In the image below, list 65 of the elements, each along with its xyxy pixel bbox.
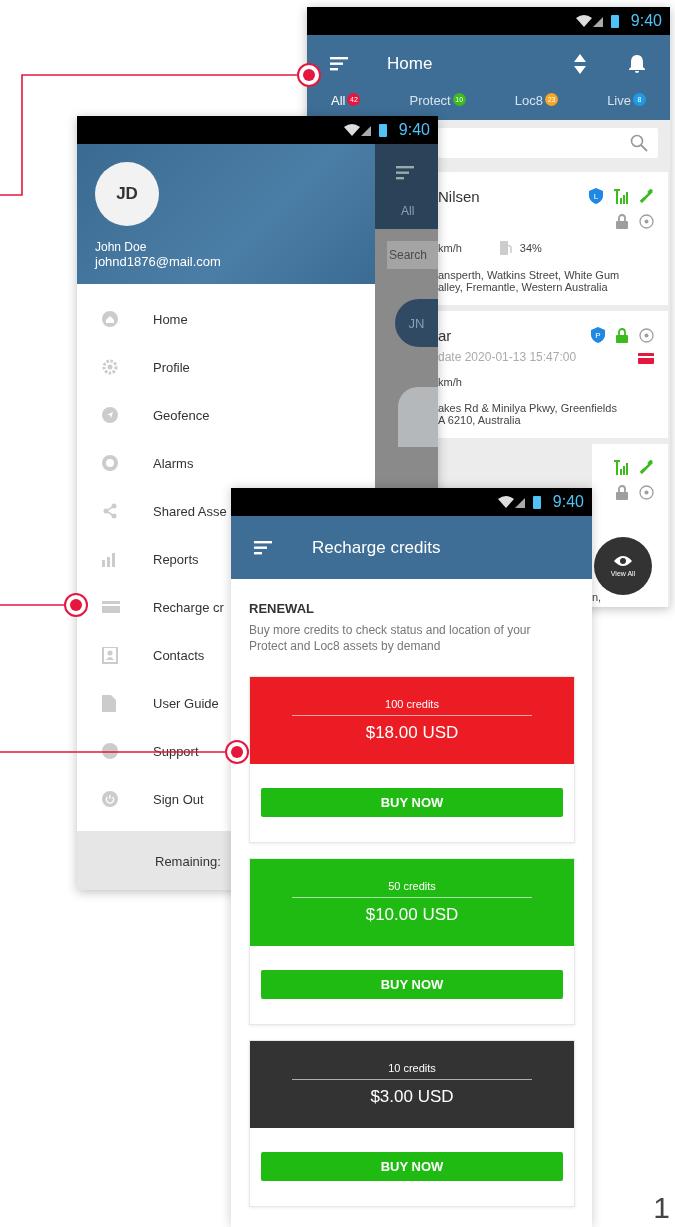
search-icon[interactable]: [630, 134, 648, 152]
menu-icon[interactable]: [330, 57, 348, 71]
menu-icon: [396, 166, 414, 180]
avatar: JD: [95, 162, 159, 226]
contact-card-icon: [102, 646, 118, 664]
dimmed-avatar: JN: [395, 299, 438, 347]
last-update-text: date 2020-01-13 15:47:00: [438, 350, 577, 364]
shield-letter: L: [593, 192, 599, 201]
menu-item[interactable]: Profile: [102, 343, 231, 391]
asset-name: Nilsen: [438, 188, 480, 205]
menu-item[interactable]: Geofence: [102, 391, 231, 439]
menu-item[interactable]: Alarms: [102, 439, 231, 487]
menu-icon[interactable]: [254, 540, 272, 555]
asset-card[interactable]: Nilsen L km/h 34% ansperth, Watkins Street, White Gum alley, Fremantle, Western Australia: [438, 172, 668, 305]
address-text: alley, Fremantle, Western Australia: [438, 281, 609, 293]
section-title: RENEWAL: [249, 601, 315, 616]
status-time: 9:40: [552, 493, 584, 511]
asset-card[interactable]: ar date 2020-01-13 15:47:00 P km/h akes Rd & Minilya Pkwy, Greenfields A 6210, Australia: [438, 311, 668, 438]
menu-item[interactable]: Shared Asse: [102, 487, 231, 535]
price-text: $18.00 USD: [365, 723, 459, 743]
help-icon: [102, 743, 118, 759]
description-text: Buy more credits to check status and location of your Protect and Loc8 assets by demand: [249, 622, 532, 654]
speed-text: km/h: [438, 376, 462, 388]
power-icon: [102, 791, 118, 807]
document-icon: [102, 694, 116, 712]
home-icon: [102, 311, 118, 327]
menu-item[interactable]: Sign Out: [102, 775, 231, 823]
fuel-level-text: 34%: [519, 242, 542, 254]
navigation-icon: [102, 407, 118, 423]
alarm-icon: [102, 455, 118, 471]
user-name: John Doe: [95, 240, 148, 254]
sort-icon[interactable]: [574, 54, 586, 74]
user-email: johnd1876@mail.com: [95, 254, 222, 269]
credits-label: 100 credits: [292, 698, 532, 716]
price-text: $3.00 USD: [370, 1087, 454, 1107]
screen-title: Home: [387, 54, 434, 74]
credit-card-icon: [102, 601, 120, 613]
menu-item[interactable]: Recharge cr: [102, 583, 231, 631]
fuel-pump-icon: [499, 241, 512, 255]
page-number: 1: [653, 1191, 670, 1225]
shield-letter: P: [595, 331, 601, 340]
address-text: A 6210, Australia: [438, 414, 522, 426]
share-icon: [102, 503, 118, 519]
eye-icon: [614, 555, 632, 567]
dimmed-tab-label: All: [401, 204, 415, 218]
bar-chart-icon: [102, 551, 118, 567]
photo-placeholder: [398, 387, 438, 447]
price-text: $10.00 USD: [365, 905, 459, 925]
notification-bell-icon[interactable]: [628, 54, 646, 74]
menu-item[interactable]: Reports: [102, 535, 231, 583]
credits-label: 50 credits: [292, 880, 532, 898]
menu-item[interactable]: Home: [102, 295, 231, 343]
search-field[interactable]: [438, 128, 658, 158]
status-time: 9:40: [398, 121, 430, 139]
remaining-label: Remaining:: [155, 853, 221, 869]
screen-title: Recharge credits: [312, 537, 441, 558]
menu-item[interactable]: User Guide: [102, 679, 231, 727]
status-time: 9:40: [630, 12, 662, 30]
gear-icon: [102, 359, 118, 375]
address-text: akes Rd & Minilya Pkwy, Greenfields: [438, 402, 618, 414]
address-text: ansperth, Watkins Street, White Gum: [438, 269, 621, 281]
asset-name: ar: [438, 327, 453, 344]
credits-label: 10 credits: [292, 1062, 532, 1080]
speed-text: km/h: [438, 242, 462, 254]
menu-item[interactable]: Contacts: [102, 631, 231, 679]
